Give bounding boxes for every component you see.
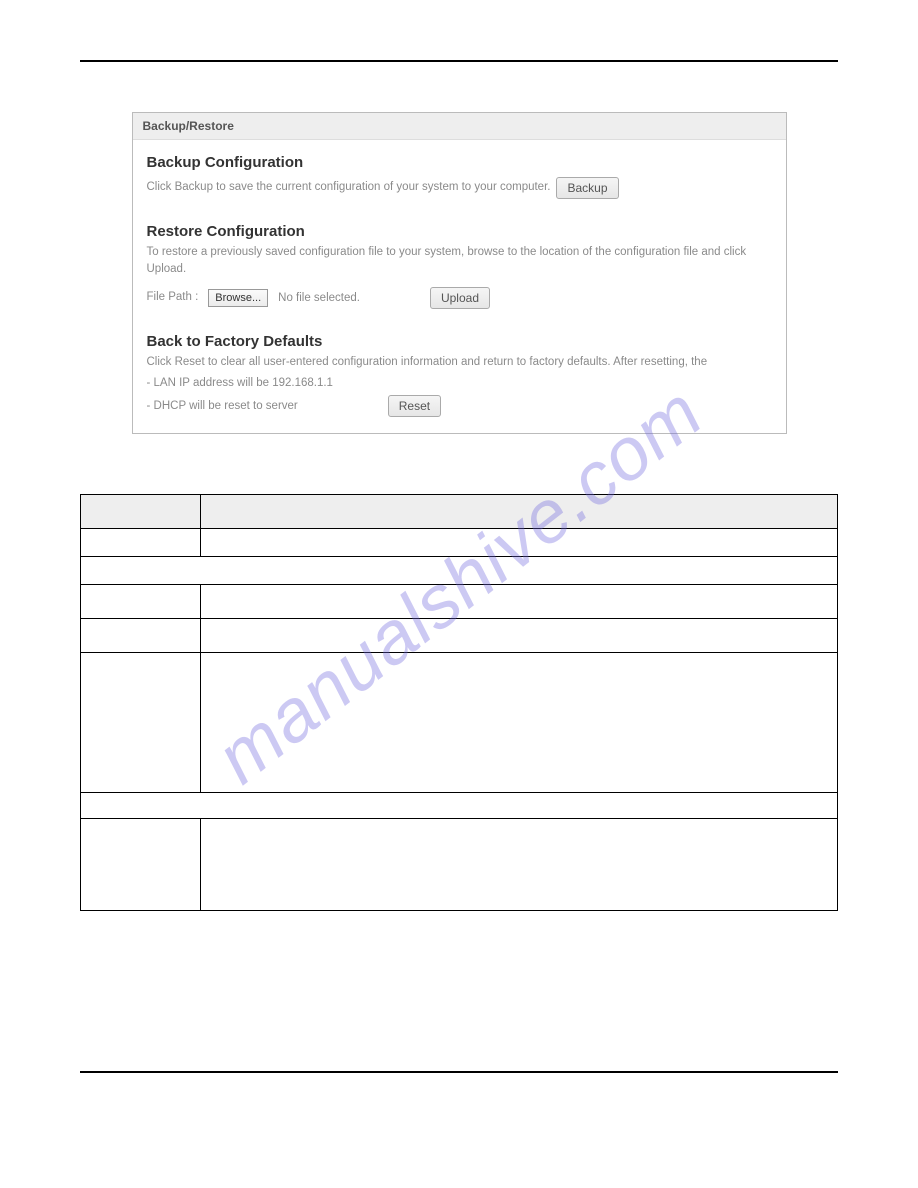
restore-heading: Restore Configuration xyxy=(147,223,772,240)
table-row xyxy=(81,556,838,584)
defaults-line-lan: - LAN IP address will be 192.168.1.1 xyxy=(147,377,772,389)
panel-title: Backup/Restore xyxy=(133,113,786,140)
empty-table xyxy=(80,494,838,911)
backup-restore-panel: Backup/Restore Backup Configuration Clic… xyxy=(132,112,787,434)
backup-button[interactable]: Backup xyxy=(556,177,618,199)
top-horizontal-rule xyxy=(80,60,838,62)
table-row xyxy=(81,652,838,792)
table-header-row xyxy=(81,494,838,528)
browse-button[interactable]: Browse... xyxy=(208,289,268,307)
restore-description: To restore a previously saved configurat… xyxy=(147,244,772,279)
table-row xyxy=(81,584,838,618)
table-row xyxy=(81,528,838,556)
defaults-description: Click Reset to clear all user-entered co… xyxy=(147,354,772,371)
reset-button[interactable]: Reset xyxy=(388,395,441,417)
backup-heading: Backup Configuration xyxy=(147,154,772,171)
upload-button[interactable]: Upload xyxy=(430,287,490,309)
no-file-selected-text: No file selected. xyxy=(278,292,360,304)
table-row xyxy=(81,818,838,910)
panel-body: Backup Configuration Click Backup to sav… xyxy=(133,140,786,433)
defaults-line-dhcp: - DHCP will be reset to server xyxy=(147,400,298,412)
defaults-heading: Back to Factory Defaults xyxy=(147,333,772,350)
bottom-horizontal-rule xyxy=(80,1071,838,1073)
backup-description: Click Backup to save the current configu… xyxy=(147,179,551,196)
table-header-cell xyxy=(201,494,838,528)
table-row xyxy=(81,792,838,818)
filepath-label: File Path : xyxy=(147,289,199,306)
table-header-cell xyxy=(81,494,201,528)
table-row xyxy=(81,618,838,652)
